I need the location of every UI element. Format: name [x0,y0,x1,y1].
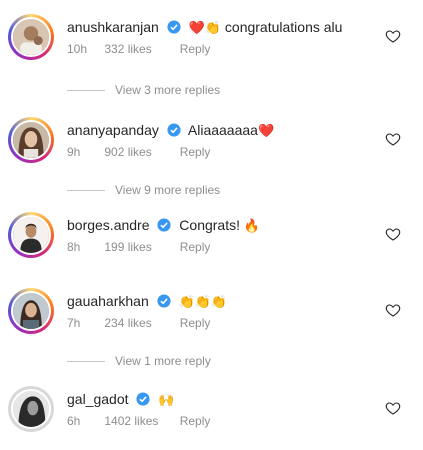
timestamp[interactable]: 9h [67,145,101,159]
comment-emoji: 🔥 [243,219,261,234]
reply-button[interactable]: Reply [180,42,211,56]
view-replies-button[interactable]: View 1 more reply [67,354,211,370]
likes-count[interactable]: 199 likes [104,240,176,254]
avatar-image [11,389,51,429]
avatar-image [11,291,51,331]
comment-text: congratulations alu [224,19,343,35]
heart-outline-icon[interactable] [385,302,401,318]
username[interactable]: ananyapanday [67,122,159,138]
view-replies-label: View 9 more replies [115,183,221,197]
verified-badge-icon [167,20,181,34]
view-replies-button[interactable]: View 9 more replies [67,183,220,199]
avatar-image [11,215,51,255]
verified-badge-icon [157,218,171,232]
username[interactable]: gauaharkhan [67,293,149,309]
reply-button[interactable]: Reply [180,145,211,159]
divider-line [67,361,105,363]
likes-count[interactable]: 234 likes [104,316,176,330]
divider-line [67,90,105,92]
likes-count[interactable]: 1402 likes [104,414,176,428]
avatar[interactable] [8,386,54,432]
view-replies-label: View 1 more reply [115,354,211,368]
verified-badge-icon [157,294,171,308]
comment-anushkaranjan: anushkaranjan ❤️👏 congratulations alu 10… [0,14,423,74]
avatar-image [11,120,51,160]
verified-badge-icon [136,392,150,406]
timestamp[interactable]: 6h [67,414,101,428]
timestamp[interactable]: 10h [67,42,101,56]
comment-borges-andre: borges.andre Congrats! 🔥 8h 199 likes Re… [0,212,423,272]
heart-outline-icon[interactable] [385,131,401,147]
comment-gal-gadot: gal_gadot 🙌 6h 1402 likes Reply [0,386,423,446]
view-replies-label: View 3 more replies [115,83,221,97]
avatar[interactable] [8,288,54,334]
comment-emoji: ❤️👏 [188,21,222,36]
reply-button[interactable]: Reply [180,316,211,330]
reply-button[interactable]: Reply [180,414,211,428]
comment-text: Congrats! [179,217,240,233]
heart-outline-icon[interactable] [385,226,401,242]
avatar[interactable] [8,212,54,258]
username[interactable]: borges.andre [67,217,150,233]
comment-ananyapanday: ananyapanday Aliaaaaaaa❤️ 9h 902 likes R… [0,117,423,177]
timestamp[interactable]: 8h [67,240,101,254]
view-replies-button[interactable]: View 3 more replies [67,83,220,99]
heart-outline-icon[interactable] [385,400,401,416]
avatar-image [11,17,51,57]
verified-badge-icon [167,123,181,137]
likes-count[interactable]: 332 likes [104,42,176,56]
heart-outline-icon[interactable] [385,28,401,44]
comment-gauaharkhan: gauaharkhan 👏👏👏 7h 234 likes Reply [0,288,423,348]
comment-emoji: ❤️ [257,124,275,139]
avatar[interactable] [8,14,54,60]
comment-emoji: 🙌 [158,393,175,408]
username[interactable]: gal_gadot [67,391,129,407]
comment-emoji: 👏👏👏 [178,295,228,310]
reply-button[interactable]: Reply [180,240,211,254]
timestamp[interactable]: 7h [67,316,101,330]
comment-text: Aliaaaaaaa [187,122,258,138]
avatar[interactable] [8,117,54,163]
likes-count[interactable]: 902 likes [104,145,176,159]
username[interactable]: anushkaranjan [67,19,159,35]
divider-line [67,190,105,192]
